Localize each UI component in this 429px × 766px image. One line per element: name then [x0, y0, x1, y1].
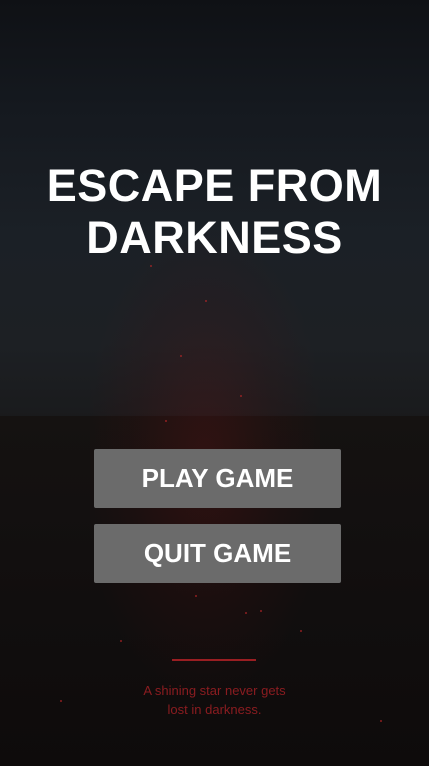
star: [150, 265, 152, 267]
star: [240, 395, 242, 397]
star: [180, 355, 182, 357]
star: [380, 720, 382, 722]
star: [245, 612, 247, 614]
star: [300, 630, 302, 632]
quote-divider: [172, 659, 256, 661]
star: [205, 300, 207, 302]
quit-game-button[interactable]: QUIT GAME: [94, 524, 341, 583]
footer-quote-line-1: A shining star never gets: [143, 683, 286, 698]
star: [165, 420, 167, 422]
game-title-line-2: DARKNESS: [86, 212, 343, 263]
game-title-line-1: ESCAPE FROM: [46, 160, 383, 211]
star: [260, 610, 262, 612]
footer-quote-line-2: lost in darkness.: [167, 702, 262, 717]
play-game-button[interactable]: PLAY GAME: [94, 449, 341, 508]
star: [120, 640, 122, 642]
footer-quote: A shining star never gets lost in darkne…: [100, 681, 329, 719]
star: [60, 700, 62, 702]
star: [195, 595, 197, 597]
game-title: ESCAPE FROM DARKNESS: [0, 160, 429, 264]
